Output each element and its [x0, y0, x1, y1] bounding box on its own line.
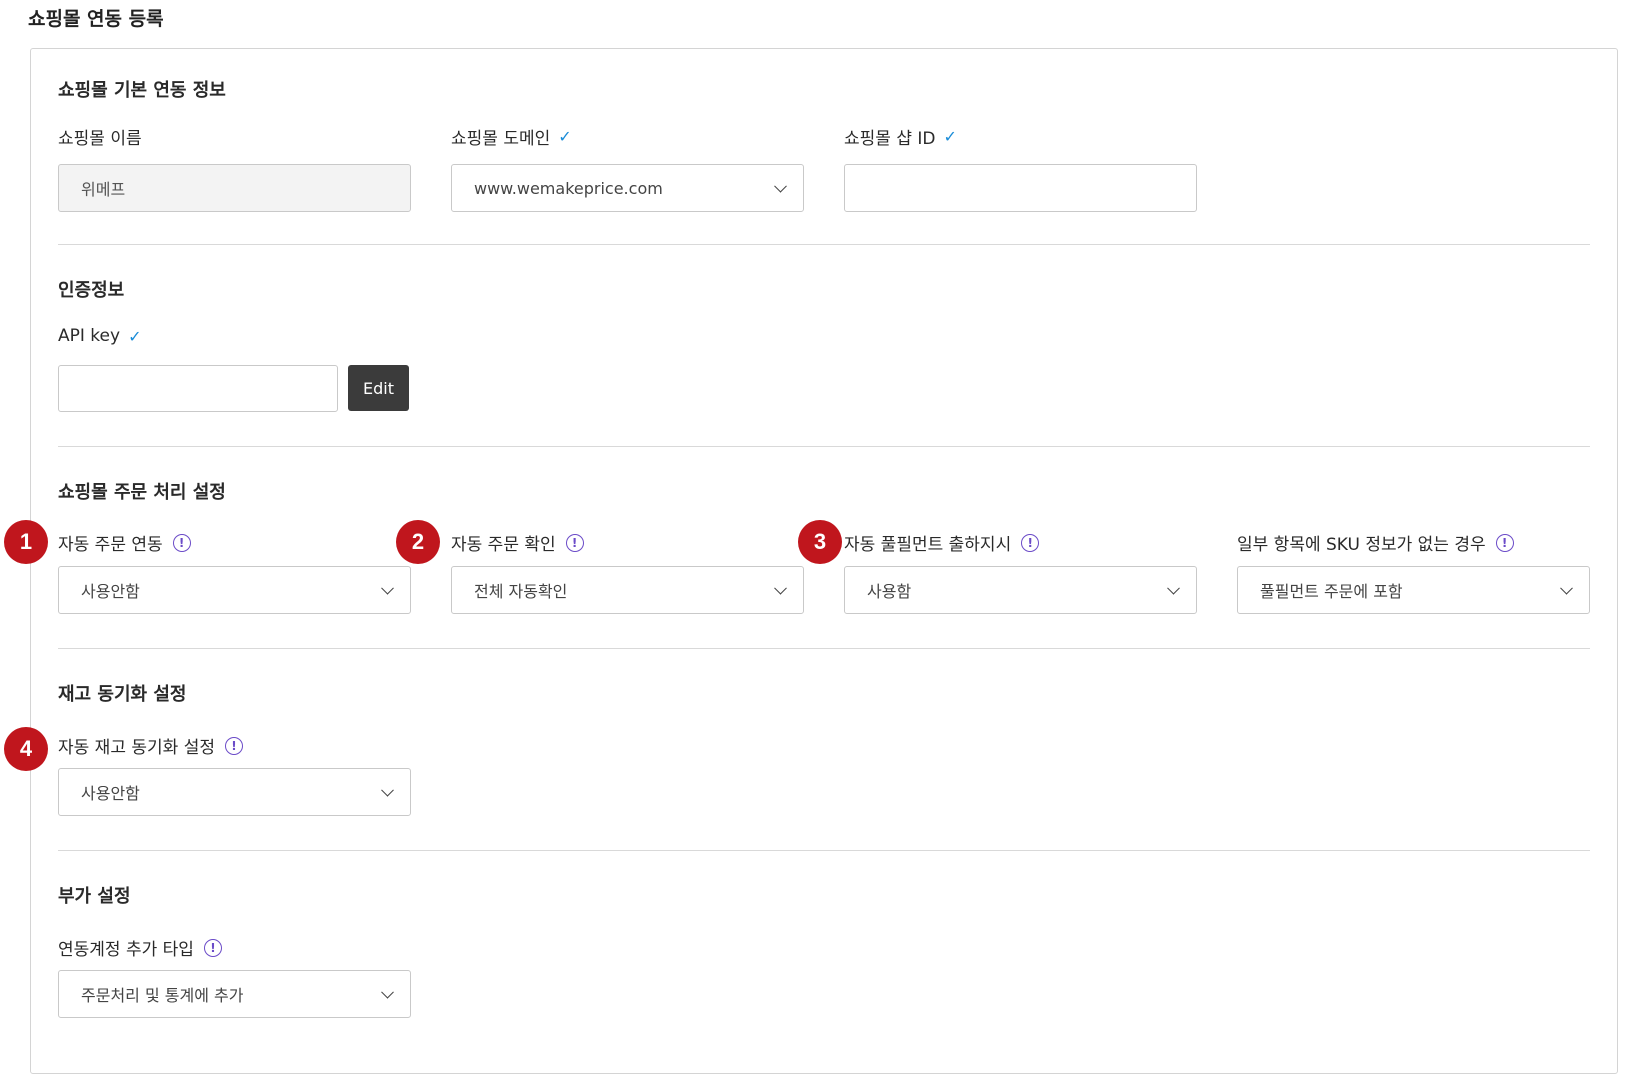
shop-domain-label: 쇼핑몰 도메인 ✓ [451, 124, 572, 149]
shop-name-label: 쇼핑몰 이름 [58, 124, 142, 149]
section-title-order: 쇼핑몰 주문 처리 설정 [58, 482, 226, 503]
info-icon[interactable]: ! [565, 533, 584, 552]
chevron-down-icon [381, 783, 394, 797]
chevron-down-icon [381, 985, 394, 999]
auto-order-confirm-label: 자동 주문 확인 ! [451, 530, 584, 555]
auto-inventory-sync-label: 자동 재고 동기화 설정 ! [58, 733, 243, 758]
shop-name-field: 위메프 [58, 164, 411, 212]
check-icon: ✓ [558, 127, 572, 146]
auto-order-link-label-text: 자동 주문 연동 [58, 535, 163, 555]
badge-3: 3 [798, 520, 842, 564]
info-icon[interactable]: ! [1495, 533, 1514, 552]
sku-missing-select[interactable]: 풀필먼트 주문에 포함 [1237, 566, 1590, 614]
shop-id-label-text: 쇼핑몰 샵 ID [844, 129, 936, 149]
auto-order-link-select[interactable]: 사용안함 [58, 566, 411, 614]
auto-fulfillment-value: 사용함 [867, 582, 912, 601]
chevron-down-icon [774, 179, 787, 193]
auto-order-link-value: 사용안함 [81, 582, 140, 601]
page-title: 쇼핑몰 연동 등록 [28, 8, 164, 30]
divider [58, 244, 1590, 245]
info-icon[interactable]: ! [224, 736, 243, 755]
account-type-label-text: 연동계정 추가 타입 [58, 940, 194, 960]
api-key-label: API key ✓ [58, 326, 141, 346]
shop-id-input[interactable] [844, 164, 1197, 212]
badge-4: 4 [4, 727, 48, 771]
divider [58, 446, 1590, 447]
account-type-value: 주문처리 및 통계에 추가 [81, 986, 244, 1005]
badge-2: 2 [396, 520, 440, 564]
divider [58, 648, 1590, 649]
sku-missing-label: 일부 항목에 SKU 정보가 없는 경우 ! [1237, 530, 1514, 555]
auto-fulfillment-select[interactable]: 사용함 [844, 566, 1197, 614]
sku-missing-value: 풀필먼트 주문에 포함 [1260, 582, 1403, 601]
auto-order-link-label: 자동 주문 연동 ! [58, 530, 191, 555]
badge-1: 1 [4, 520, 48, 564]
auto-order-confirm-label-text: 자동 주문 확인 [451, 535, 556, 555]
auto-order-confirm-select[interactable]: 전체 자동확인 [451, 566, 804, 614]
auto-order-confirm-value: 전체 자동확인 [474, 582, 568, 601]
section-title-basic: 쇼핑몰 기본 연동 정보 [58, 80, 226, 101]
info-icon[interactable]: ! [203, 938, 222, 957]
shop-name-label-text: 쇼핑몰 이름 [58, 129, 142, 149]
divider [58, 850, 1590, 851]
auto-fulfillment-label: 자동 풀필먼트 출하지시 ! [844, 530, 1040, 555]
check-icon: ✓ [128, 326, 142, 346]
account-type-select[interactable]: 주문처리 및 통계에 추가 [58, 970, 411, 1018]
shop-id-label: 쇼핑몰 샵 ID ✓ [844, 124, 957, 149]
chevron-down-icon [774, 581, 787, 595]
auto-inventory-sync-label-text: 자동 재고 동기화 설정 [58, 738, 215, 758]
auto-inventory-sync-value: 사용안함 [81, 784, 140, 803]
sku-missing-label-text: 일부 항목에 SKU 정보가 없는 경우 [1237, 535, 1486, 555]
info-icon[interactable]: ! [1021, 533, 1040, 552]
shop-name-value: 위메프 [81, 180, 126, 199]
auto-fulfillment-label-text: 자동 풀필먼트 출하지시 [844, 535, 1012, 555]
chevron-down-icon [1560, 581, 1573, 595]
chevron-down-icon [1167, 581, 1180, 595]
section-title-extra: 부가 설정 [58, 886, 131, 907]
info-icon[interactable]: ! [172, 533, 191, 552]
chevron-down-icon [381, 581, 394, 595]
edit-button[interactable]: Edit [348, 365, 409, 411]
check-icon: ✓ [943, 127, 957, 146]
api-key-input[interactable] [58, 365, 338, 412]
shop-domain-label-text: 쇼핑몰 도메인 [451, 129, 551, 149]
shop-domain-select[interactable]: www.wemakeprice.com [451, 164, 804, 212]
section-title-auth: 인증정보 [58, 280, 125, 301]
api-key-label-text: API key [58, 326, 121, 346]
section-title-inventory: 재고 동기화 설정 [58, 684, 187, 705]
auto-inventory-sync-select[interactable]: 사용안함 [58, 768, 411, 816]
account-type-label: 연동계정 추가 타입 ! [58, 935, 222, 960]
shop-domain-value: www.wemakeprice.com [474, 178, 663, 198]
